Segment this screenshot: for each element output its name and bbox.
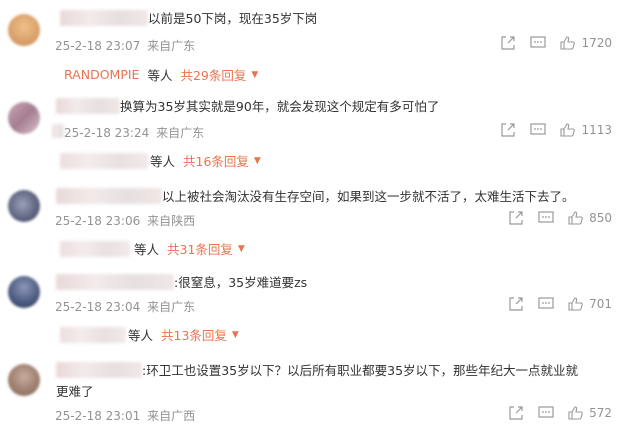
- comment-icon[interactable]: [538, 406, 554, 420]
- comment-meta: 25-2-18 23:24 来自广东: [64, 124, 204, 141]
- username-blurred[interactable]: [56, 98, 120, 114]
- avatar[interactable]: [8, 14, 40, 46]
- comment-item: 以前是50下岗，现在35岁下岗 25-2-18 23:07 来自广东 1720 …: [0, 0, 630, 90]
- comment-location: 来自广东: [147, 300, 196, 314]
- share-icon[interactable]: [508, 406, 524, 420]
- chevron-down-icon[interactable]: ▼: [254, 156, 261, 166]
- comment-text: 换算为35岁其实就是90年，就会发现这个规定有多可怕了: [120, 99, 440, 114]
- comment-text: :很窒息，35岁难道要zs: [174, 275, 308, 290]
- comment-item: :很窒息，35岁难道要zs 25-2-18 23:04 来自广东 701 等人 …: [0, 262, 630, 350]
- share-icon[interactable]: [500, 36, 516, 50]
- thumbs-up-icon[interactable]: [568, 406, 584, 420]
- like-count: 572: [589, 406, 612, 420]
- reply-count-link[interactable]: 共29条回复: [180, 65, 246, 84]
- like-count: 850: [589, 211, 612, 225]
- reply-who-label: 等人: [147, 68, 173, 83]
- comment-text: :环卫工也设置35岁以下？以后所有职业都要35岁以下，那些年纪大一点就业就: [142, 363, 579, 378]
- reply-count-link[interactable]: 共16条回复: [183, 151, 249, 170]
- username-blurred: [52, 124, 64, 138]
- comment-text: 以前是50下岗，现在35岁下岗: [148, 11, 318, 26]
- share-icon[interactable]: [508, 211, 524, 225]
- avatar[interactable]: [8, 190, 40, 222]
- share-icon[interactable]: [500, 123, 516, 137]
- comment-text: 以上被社会淘汰没有生存空间，如果到这一步就不活了，太难生活下去了。: [162, 189, 575, 204]
- reply-username-blurred[interactable]: [60, 326, 126, 343]
- like-count: 1113: [581, 123, 612, 137]
- comment-actions: 572: [494, 406, 612, 420]
- reply-username[interactable]: RANDOMPIE: [64, 67, 139, 82]
- thumbs-up-icon[interactable]: [560, 123, 576, 137]
- avatar[interactable]: [8, 364, 40, 396]
- share-icon[interactable]: [508, 297, 524, 311]
- username-blurred[interactable]: [56, 274, 174, 290]
- chevron-down-icon[interactable]: ▼: [251, 70, 258, 80]
- reply-summary[interactable]: RANDOMPIE 等人 共29条回复 ▼: [64, 65, 258, 84]
- username-blurred[interactable]: [56, 188, 162, 204]
- thumbs-up-icon[interactable]: [560, 36, 576, 50]
- comment-icon[interactable]: [538, 297, 554, 311]
- comment-text-continued: 更难了: [56, 384, 94, 399]
- reply-count-link[interactable]: 共13条回复: [161, 325, 227, 344]
- comment-time: 25-2-18 23:04: [55, 300, 141, 314]
- reply-summary[interactable]: 等人 共31条回复 ▼: [60, 239, 245, 258]
- comment-actions: 1113: [486, 123, 612, 137]
- comment-meta: 25-2-18 23:01 来自广西: [55, 407, 195, 424]
- chevron-down-icon[interactable]: ▼: [238, 244, 245, 254]
- thumbs-up-icon[interactable]: [568, 297, 584, 311]
- comment-meta: 25-2-18 23:07 来自广东: [55, 37, 195, 54]
- like-count: 701: [589, 297, 612, 311]
- comment-time: 25-2-18 23:01: [55, 409, 141, 423]
- comment-meta: 25-2-18 23:06 来自陕西: [55, 212, 195, 229]
- comment-icon[interactable]: [530, 36, 547, 50]
- comment-item: 换算为35岁其实就是90年，就会发现这个规定有多可怕了 25-2-18 23:2…: [0, 90, 630, 176]
- username-blurred[interactable]: [60, 10, 148, 26]
- reply-summary[interactable]: 等人 共16条回复 ▼: [60, 151, 261, 170]
- reply-who-label: 等人: [134, 242, 160, 257]
- comment-location: 来自广西: [147, 409, 196, 423]
- comment-icon[interactable]: [530, 123, 547, 137]
- reply-who-label: 等人: [150, 154, 176, 169]
- comment-time: 25-2-18 23:24: [64, 126, 150, 140]
- comment-actions: 850: [494, 211, 612, 225]
- reply-summary[interactable]: 等人 共13条回复 ▼: [60, 325, 239, 344]
- thumbs-up-icon[interactable]: [568, 211, 584, 225]
- comment-location: 来自广东: [156, 126, 205, 140]
- reply-username-blurred[interactable]: [60, 240, 130, 257]
- avatar[interactable]: [8, 102, 40, 134]
- comment-actions: 1720: [486, 36, 612, 50]
- reply-count-link[interactable]: 共31条回复: [167, 239, 233, 258]
- comment-actions: 701: [494, 297, 612, 311]
- username-blurred[interactable]: [56, 362, 142, 378]
- chevron-down-icon[interactable]: ▼: [232, 330, 239, 340]
- comment-time: 25-2-18 23:06: [55, 214, 141, 228]
- comment-location: 来自广东: [147, 39, 196, 53]
- reply-username-blurred[interactable]: [60, 152, 148, 169]
- comment-time: 25-2-18 23:07: [55, 39, 141, 53]
- like-count: 1720: [581, 36, 612, 50]
- comment-location: 来自陕西: [147, 214, 196, 228]
- comment-icon[interactable]: [538, 211, 554, 225]
- avatar[interactable]: [8, 276, 40, 308]
- reply-who-label: 等人: [128, 328, 154, 343]
- comment-item: :环卫工也设置35岁以下？以后所有职业都要35岁以下，那些年纪大一点就业就 更难…: [0, 350, 630, 431]
- comment-item: 以上被社会淘汰没有生存空间，如果到这一步就不活了，太难生活下去了。 25-2-1…: [0, 176, 630, 262]
- comment-meta: 25-2-18 23:04 来自广东: [55, 298, 195, 315]
